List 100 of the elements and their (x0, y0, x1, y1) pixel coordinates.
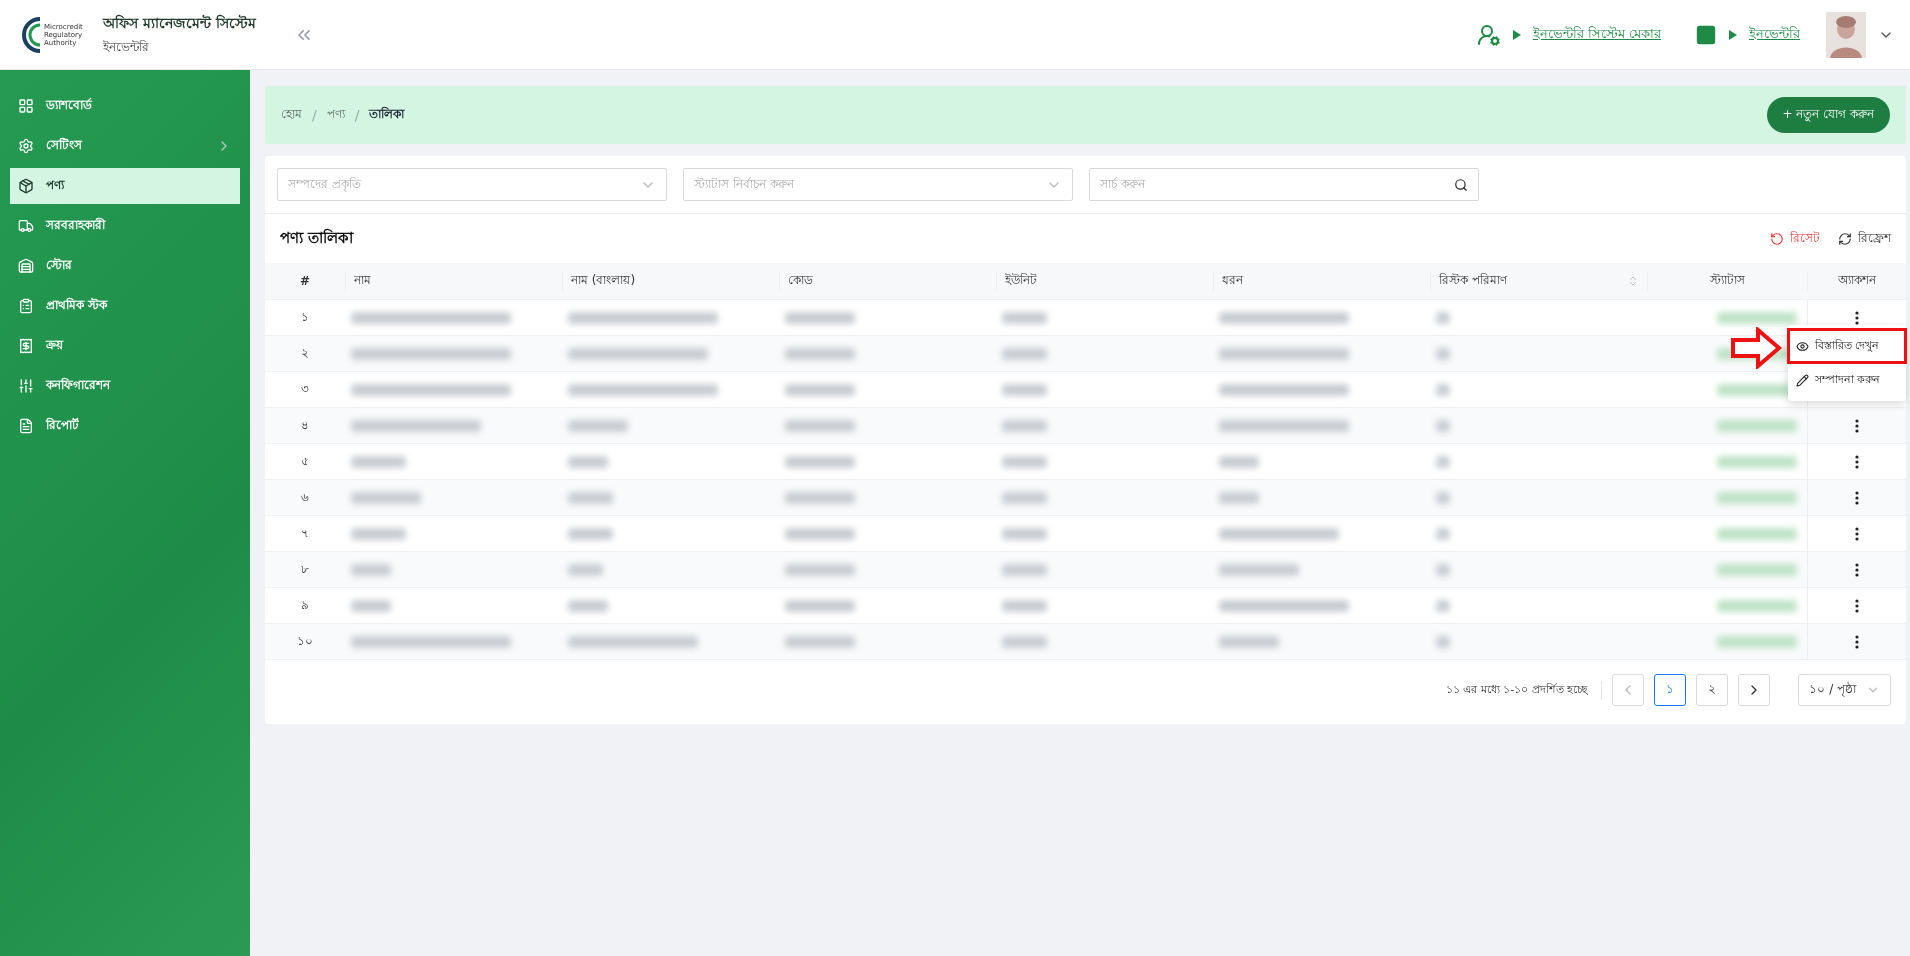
more-button[interactable] (1854, 418, 1859, 433)
blurred-text (568, 491, 613, 504)
blurred-text (785, 383, 855, 396)
more-button[interactable] (1854, 490, 1859, 505)
blurred-text (351, 599, 391, 612)
column-header: স্ট্যাটাস (1647, 271, 1807, 291)
row-number: ৫ (300, 452, 310, 470)
blurred-text (1002, 419, 1047, 432)
blurred-text (785, 527, 855, 540)
row-number: ৬ (300, 488, 310, 506)
sidebar-item[interactable]: পণ্য (10, 168, 240, 204)
blurred-text (1002, 383, 1047, 396)
blurred-text (785, 599, 855, 612)
breadcrumb-link[interactable]: তালিকা (369, 105, 405, 125)
blurred-text (1436, 599, 1450, 612)
clipboard-icon (18, 298, 34, 314)
column-header: ইউনিট (996, 271, 1213, 291)
blurred-text (1002, 491, 1047, 504)
receipt-icon (18, 338, 34, 354)
header-link[interactable]: ইনভেন্টরি সিস্টেম মেকার (1532, 24, 1661, 45)
search-icon (1454, 177, 1468, 192)
add-new-button[interactable]: + নতুন যোগ করুন (1766, 97, 1890, 133)
sidebar-item[interactable]: ড্যাশবোর্ড (10, 88, 240, 124)
user-switch-icon (1476, 22, 1501, 47)
blurred-text (568, 419, 628, 432)
breadcrumb-link[interactable]: পণ্য (326, 105, 345, 125)
kebab-icon (1854, 418, 1859, 433)
header-link[interactable]: ইনভেন্টরি (1749, 24, 1800, 45)
sidebar-item[interactable]: সরবরাহকারী (10, 208, 240, 244)
breadcrumb-link[interactable]: হোম (281, 105, 302, 125)
sidebar-item[interactable]: কনফিগারেশন (10, 368, 240, 404)
reset-button[interactable]: রিসেট (1770, 228, 1820, 249)
box-icon (18, 178, 34, 194)
more-button[interactable] (1854, 310, 1859, 325)
blurred-text (1002, 347, 1047, 360)
blurred-text (1436, 563, 1450, 576)
kebab-icon (1854, 562, 1859, 577)
gear-icon (18, 138, 34, 154)
kebab-icon (1854, 526, 1859, 541)
kebab-icon (1854, 598, 1859, 613)
page-button[interactable]: ২ (1696, 674, 1729, 706)
blurred-text (568, 455, 608, 468)
select-field[interactable]: স্ট্যাটাস নির্বাচন করুন (683, 168, 1073, 201)
sidebar-item[interactable]: সেটিংস (10, 128, 240, 164)
column-header: নাম (বাংলায়) (562, 271, 779, 291)
sidebar-item[interactable]: রিপোর্ট (10, 408, 240, 444)
blurred-text (785, 311, 855, 324)
sidebar-item[interactable]: স্টোর (10, 248, 240, 284)
caret-icon (1729, 29, 1737, 40)
page-button[interactable]: ১ (1654, 674, 1687, 706)
blurred-text (785, 491, 855, 504)
app-subtitle: ইনভেন্টরি (102, 38, 150, 56)
kebab-icon (1854, 490, 1859, 505)
blurred-text (1002, 563, 1047, 576)
more-button[interactable] (1854, 526, 1859, 541)
menu-item[interactable]: সম্পাদনা করুন (1788, 363, 1906, 397)
blurred-text (351, 527, 406, 540)
table-title: পণ্য তালিকা (280, 227, 355, 249)
breadcrumb-separator: / (354, 107, 360, 123)
truck-icon (18, 218, 34, 234)
blurred-text (568, 599, 608, 612)
reset-icon (1770, 231, 1784, 246)
more-button[interactable] (1854, 454, 1859, 469)
blurred-text (785, 635, 855, 648)
row-number: ২ (300, 344, 310, 362)
blurred-text (1436, 311, 1450, 324)
more-button[interactable] (1854, 634, 1859, 649)
sidebar-item[interactable]: প্রাথমিক স্টক (10, 288, 240, 324)
blurred-text (1002, 527, 1047, 540)
column-header: # (298, 273, 312, 290)
row-number: ৩ (300, 380, 310, 398)
blurred-text (785, 419, 855, 432)
blurred-text (351, 455, 406, 468)
row-number: ৭ (300, 524, 310, 542)
select-field[interactable]: সম্পদের প্রকৃতি (277, 168, 667, 201)
blurred-text (785, 563, 855, 576)
refresh-button[interactable]: রিফ্রেশ (1838, 228, 1891, 249)
blurred-text (1002, 599, 1047, 612)
more-button[interactable] (1854, 598, 1859, 613)
row-number: ৯ (300, 596, 310, 614)
more-button[interactable] (1854, 562, 1859, 577)
kebab-icon (1854, 310, 1859, 325)
search-field[interactable]: সার্চ করুন (1089, 168, 1479, 201)
blurred-text (1436, 455, 1450, 468)
blurred-text (1219, 635, 1279, 648)
sidebar-item[interactable]: ক্রয় (10, 328, 240, 364)
sliders-icon (18, 378, 34, 394)
menu-item[interactable]: বিস্তারিত দেখুন (1788, 329, 1906, 363)
blurred-text (1219, 455, 1259, 468)
document-icon (18, 418, 34, 434)
blurred-text (1002, 311, 1047, 324)
page-size-select[interactable]: ১০ / পৃষ্ঠা (1798, 674, 1891, 706)
column-header: কোড (779, 271, 996, 291)
row-number: ১০ (296, 632, 314, 650)
blurred-text (1002, 455, 1047, 468)
caret-icon (1512, 29, 1521, 40)
row-number: ১ (300, 308, 310, 326)
blurred-text (1436, 491, 1450, 504)
blurred-text (1436, 635, 1450, 648)
blurred-text (568, 527, 613, 540)
